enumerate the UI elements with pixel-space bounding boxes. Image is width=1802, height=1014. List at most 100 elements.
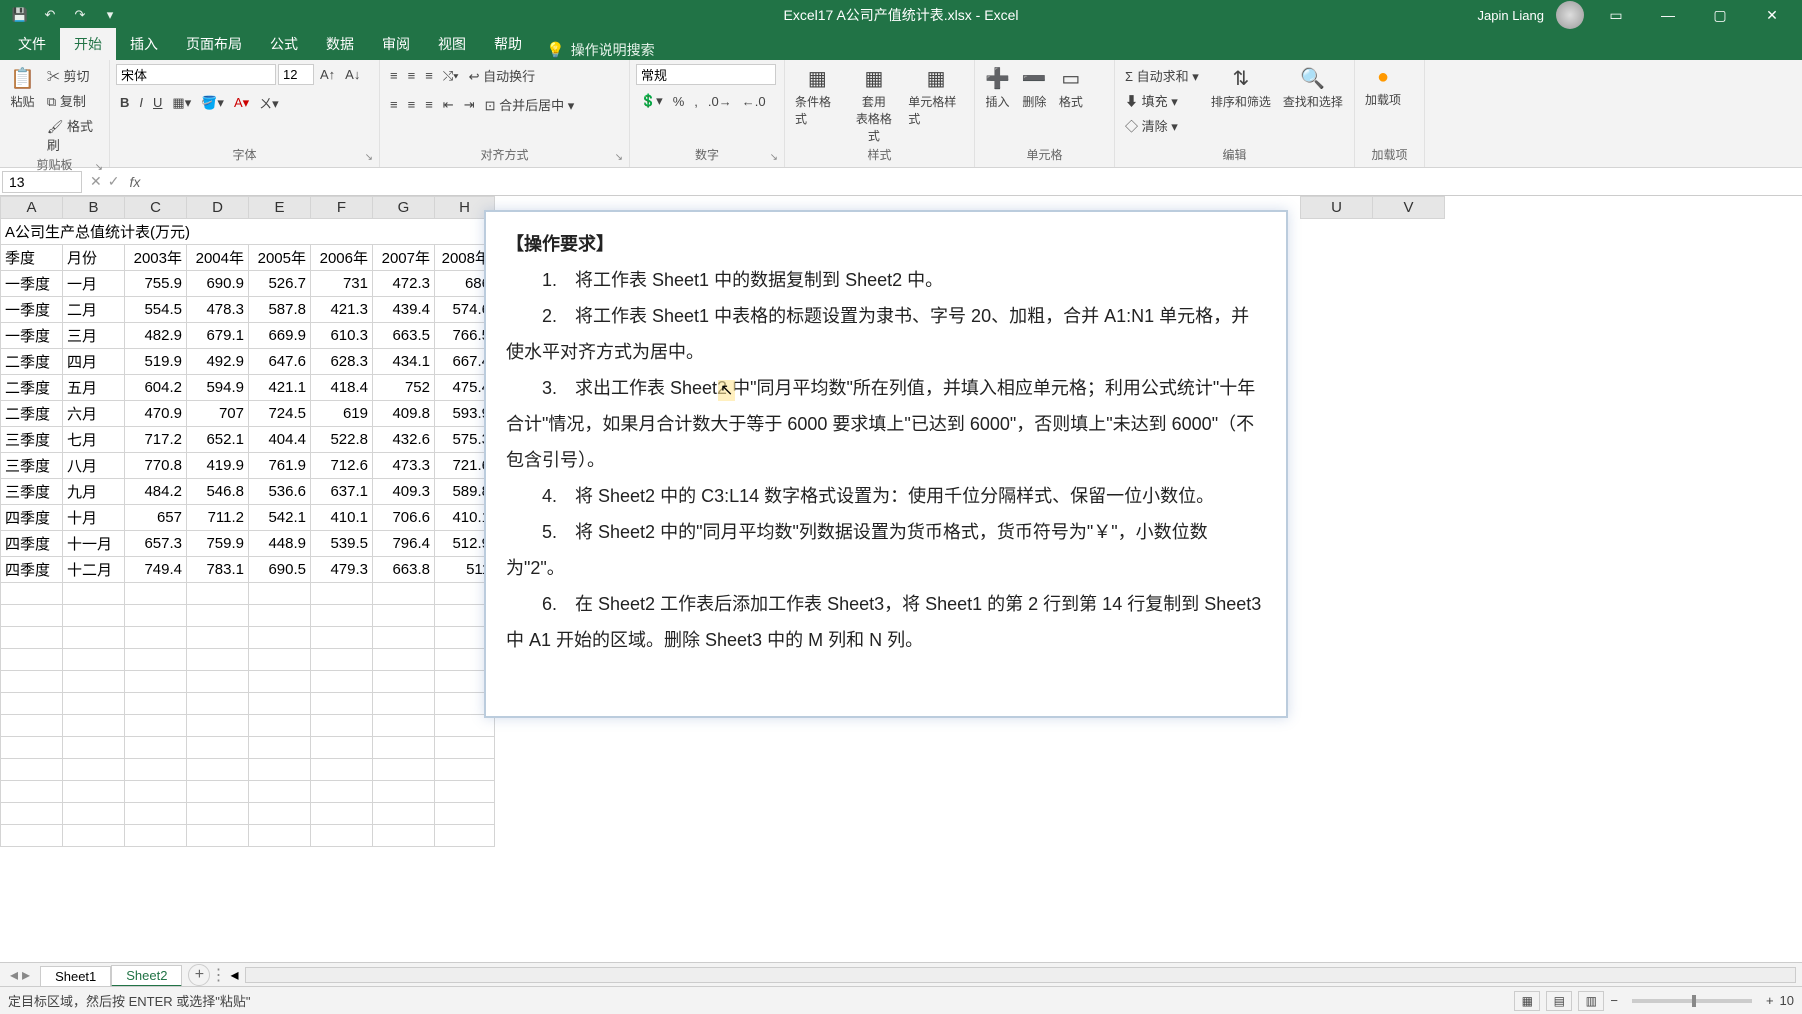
table-cell[interactable]: 三月 xyxy=(63,323,125,349)
zoom-in-icon[interactable]: + xyxy=(1766,993,1774,1008)
empty-cell[interactable] xyxy=(311,693,373,715)
comma-icon[interactable]: , xyxy=(690,92,702,111)
align-bottom-icon[interactable]: ≡ xyxy=(421,66,437,85)
tab-data[interactable]: 数据 xyxy=(312,28,368,60)
table-cell[interactable]: 五月 xyxy=(63,375,125,401)
enter-formula-icon[interactable]: ✓ xyxy=(108,173,120,190)
empty-cell[interactable] xyxy=(187,781,249,803)
table-cell[interactable]: 一季度 xyxy=(1,271,63,297)
empty-cell[interactable] xyxy=(373,671,435,693)
clear-button[interactable]: ◇ 清除 ▾ xyxy=(1121,114,1203,137)
table-cell[interactable]: 594.9 xyxy=(187,375,249,401)
empty-cell[interactable] xyxy=(373,627,435,649)
table-header-cell[interactable]: 2004年 xyxy=(187,245,249,271)
clipboard-launcher-icon[interactable]: ↘ xyxy=(95,162,103,173)
empty-cell[interactable] xyxy=(311,803,373,825)
table-cell[interactable]: 四季度 xyxy=(1,505,63,531)
table-cell[interactable]: 663.5 xyxy=(373,323,435,349)
tab-insert[interactable]: 插入 xyxy=(116,28,172,60)
font-launcher-icon[interactable]: ↘ xyxy=(365,152,373,163)
table-cell[interactable]: 783.1 xyxy=(187,557,249,583)
empty-cell[interactable] xyxy=(373,649,435,671)
sheet-title-cell[interactable]: A公司生产总值统计表(万元) xyxy=(1,219,495,245)
empty-cell[interactable] xyxy=(63,781,125,803)
table-header-cell[interactable]: 2007年 xyxy=(373,245,435,271)
empty-cell[interactable] xyxy=(311,583,373,605)
table-cell[interactable]: 七月 xyxy=(63,427,125,453)
empty-cell[interactable] xyxy=(249,759,311,781)
zoom-out-icon[interactable]: − xyxy=(1610,993,1618,1008)
close-icon[interactable]: ✕ xyxy=(1752,1,1792,29)
increase-font-icon[interactable]: A↑ xyxy=(316,65,339,84)
empty-cell[interactable] xyxy=(249,737,311,759)
table-cell[interactable]: 421.1 xyxy=(249,375,311,401)
table-cell[interactable]: 十月 xyxy=(63,505,125,531)
table-cell[interactable]: 三季度 xyxy=(1,479,63,505)
sheet-tab-sheet2[interactable]: Sheet2 xyxy=(111,965,182,987)
table-cell[interactable]: 473.3 xyxy=(373,453,435,479)
merge-center-button[interactable]: ⊡ 合并后居中 ▾ xyxy=(481,93,579,116)
cancel-formula-icon[interactable]: ✕ xyxy=(90,173,102,190)
page-layout-view-icon[interactable]: ▤ xyxy=(1546,991,1572,1011)
empty-cell[interactable] xyxy=(1,649,63,671)
table-cell[interactable]: 404.4 xyxy=(249,427,311,453)
format-table-button[interactable]: ▦套用 表格格式 xyxy=(848,64,901,146)
empty-cell[interactable] xyxy=(1,803,63,825)
table-cell[interactable]: 749.4 xyxy=(125,557,187,583)
table-cell[interactable]: 478.3 xyxy=(187,297,249,323)
table-cell[interactable]: 706.6 xyxy=(373,505,435,531)
table-cell[interactable]: 一季度 xyxy=(1,323,63,349)
column-header[interactable]: A xyxy=(1,197,63,219)
fx-icon[interactable]: fx xyxy=(125,174,144,190)
normal-view-icon[interactable]: ▦ xyxy=(1514,991,1540,1011)
table-cell[interactable]: 761.9 xyxy=(249,453,311,479)
table-cell[interactable]: 432.6 xyxy=(373,427,435,453)
table-cell[interactable]: 637.1 xyxy=(311,479,373,505)
table-cell[interactable]: 一月 xyxy=(63,271,125,297)
decrease-indent-icon[interactable]: ⇤ xyxy=(439,95,458,115)
table-header-cell[interactable]: 2005年 xyxy=(249,245,311,271)
table-cell[interactable]: 二季度 xyxy=(1,349,63,375)
empty-cell[interactable] xyxy=(125,737,187,759)
cell-styles-button[interactable]: ▦单元格样式 xyxy=(904,64,968,129)
table-cell[interactable]: 410.1 xyxy=(311,505,373,531)
table-cell[interactable]: 628.3 xyxy=(311,349,373,375)
table-cell[interactable]: 669.9 xyxy=(249,323,311,349)
italic-button[interactable]: I xyxy=(135,93,147,112)
orientation-icon[interactable]: ⤭▾ xyxy=(439,66,463,86)
empty-cell[interactable] xyxy=(63,715,125,737)
empty-cell[interactable] xyxy=(249,803,311,825)
tab-page-layout[interactable]: 页面布局 xyxy=(172,28,256,60)
cut-button[interactable]: ✂ 剪切 xyxy=(43,64,103,87)
align-left-icon[interactable]: ≡ xyxy=(386,95,402,114)
empty-cell[interactable] xyxy=(1,825,63,847)
table-cell[interactable]: 604.2 xyxy=(125,375,187,401)
empty-cell[interactable] xyxy=(1,737,63,759)
font-size-combo[interactable] xyxy=(278,64,314,85)
percent-icon[interactable]: % xyxy=(669,92,689,111)
table-header-cell[interactable]: 2006年 xyxy=(311,245,373,271)
table-cell[interactable]: 472.3 xyxy=(373,271,435,297)
table-cell[interactable]: 四月 xyxy=(63,349,125,375)
wrap-text-button[interactable]: ↩ 自动换行 xyxy=(465,64,540,87)
empty-cell[interactable] xyxy=(125,825,187,847)
table-cell[interactable]: 690.9 xyxy=(187,271,249,297)
table-cell[interactable]: 717.2 xyxy=(125,427,187,453)
zoom-slider[interactable] xyxy=(1632,999,1752,1003)
empty-cell[interactable] xyxy=(1,781,63,803)
empty-cell[interactable] xyxy=(373,759,435,781)
table-cell[interactable]: 610.3 xyxy=(311,323,373,349)
empty-cell[interactable] xyxy=(63,671,125,693)
table-cell[interactable]: 539.5 xyxy=(311,531,373,557)
table-cell[interactable]: 六月 xyxy=(63,401,125,427)
table-cell[interactable]: 770.8 xyxy=(125,453,187,479)
empty-cell[interactable] xyxy=(373,737,435,759)
tab-formulas[interactable]: 公式 xyxy=(256,28,312,60)
insert-cells-button[interactable]: ➕插入 xyxy=(981,64,1014,112)
table-cell[interactable]: 四季度 xyxy=(1,531,63,557)
empty-cell[interactable] xyxy=(125,605,187,627)
table-cell[interactable]: 419.9 xyxy=(187,453,249,479)
table-cell[interactable]: 707 xyxy=(187,401,249,427)
save-icon[interactable]: 💾 xyxy=(8,3,32,27)
table-cell[interactable]: 482.9 xyxy=(125,323,187,349)
